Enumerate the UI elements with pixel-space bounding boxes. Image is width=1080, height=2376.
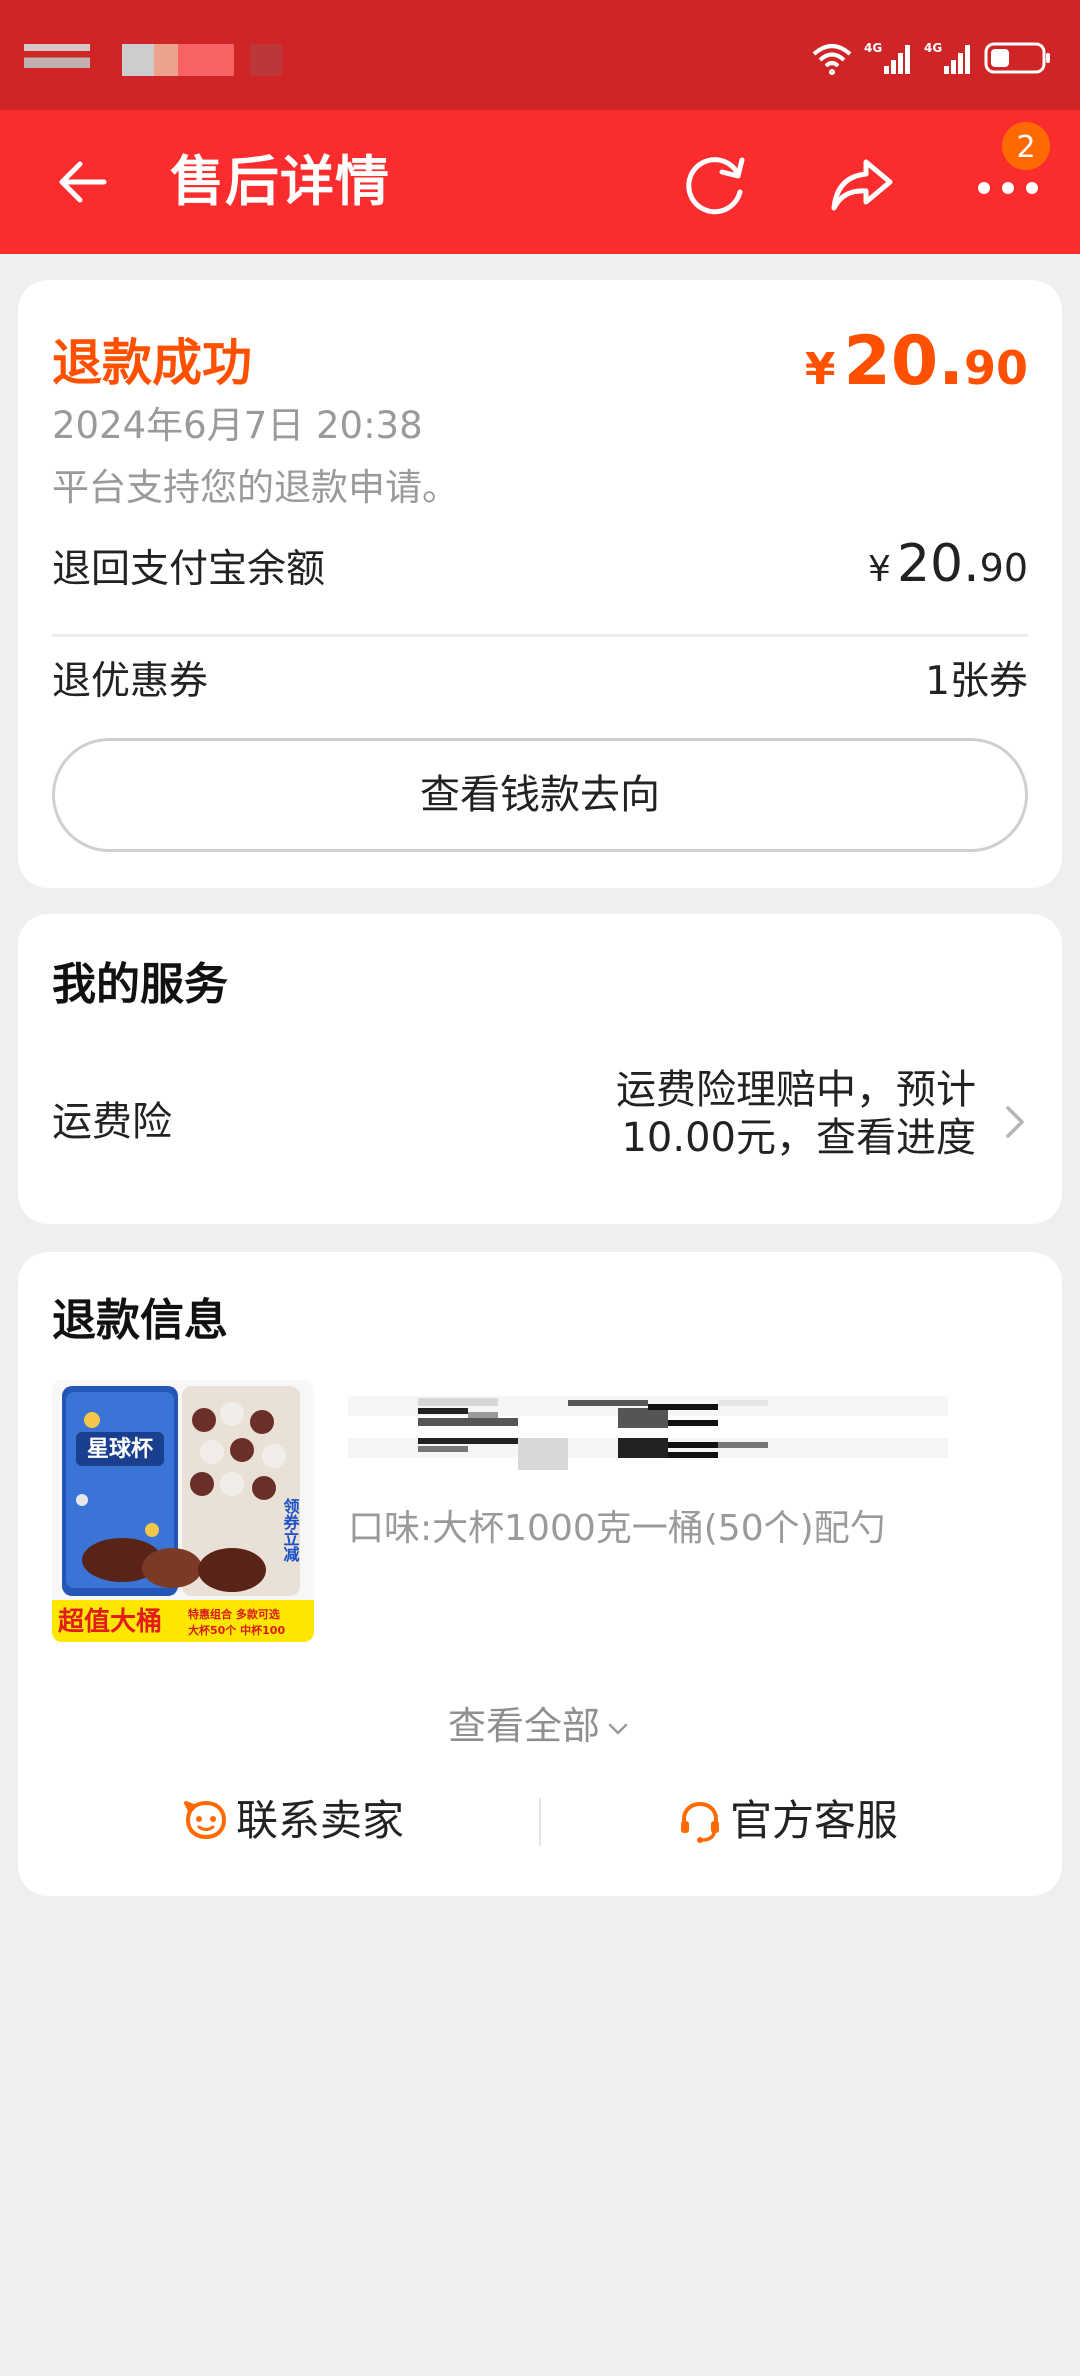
page-title: 售后详情 <box>170 150 390 213</box>
product-image-drawing: 星球杯 领券立减 超值大桶 特惠组合 多款可选 大杯50个 中杯100 <box>52 1380 314 1642</box>
alipay-amount-decimal: 90 <box>979 546 1028 590</box>
coupon-refund-value: 1张券 <box>925 659 1028 704</box>
signal-4g-icon: 4G <box>864 41 910 74</box>
status-bar-blurred-notifications <box>122 44 282 76</box>
divider <box>52 634 1028 637</box>
view-all-button[interactable]: 查看全部 <box>18 1700 1062 1752</box>
refresh-icon[interactable] <box>680 148 752 220</box>
view-all-label: 查看全部 <box>447 1704 600 1748</box>
headset-icon <box>681 1801 719 1843</box>
refund-info-title: 退款信息 <box>52 1295 228 1346</box>
product-image[interactable]: 星球杯 领券立减 超值大桶 特惠组合 多款可选 大杯50个 中杯100 <box>52 1380 314 1642</box>
contact-seller-label: 联系卖家 <box>236 1796 405 1845</box>
product-value-tag: 超值大桶 <box>58 1606 162 1637</box>
notification-badge: 2 <box>1000 120 1052 172</box>
product-flavor-spec: 口味:大杯1000克一桶(50个)配勺 <box>348 1508 886 1549</box>
my-service-title: 我的服务 <box>52 959 228 1010</box>
product-coupon-tag: 领券立减 <box>281 1497 301 1563</box>
alipay-currency: ¥ <box>868 549 891 590</box>
refund-date: 2024年6月7日 20:38 <box>52 404 423 447</box>
refund-status-card: 退款成功 ¥20.90 2024年6月7日 20:38 平台支持您的退款申请。 … <box>18 280 1062 888</box>
product-name-redacted <box>348 1396 948 1470</box>
coupon-refund-label: 退优惠券 <box>52 659 209 704</box>
actions-divider <box>539 1798 541 1846</box>
status-bar-blurred-time <box>24 44 90 78</box>
my-service-card: 我的服务 运费险 运费险理赔中，预计10.00元，查看进度 <box>18 914 1062 1224</box>
refund-amount: ¥20.90 <box>805 324 1028 417</box>
contact-seller-button[interactable]: 联系卖家 <box>182 1786 404 1856</box>
refund-info-card: 退款信息 星球杯 领券立减 超值大桶 特惠组合 多款可选 大杯50个 中杯100… <box>18 1252 1062 1896</box>
alipay-balance-amount: ¥20.90 <box>868 538 1028 596</box>
alipay-amount-integer: 20. <box>896 534 980 594</box>
chevron-down-icon <box>608 1723 628 1734</box>
svg-text:4G: 4G <box>864 41 882 55</box>
shipping-insurance-label: 运费险 <box>52 1099 172 1145</box>
refund-amount-currency: ¥ <box>804 344 836 395</box>
refund-note: 平台支持您的退款申请。 <box>52 466 459 509</box>
signal-4g-icon-2: 4G <box>924 41 970 74</box>
product-brand-text: 星球杯 <box>87 1437 153 1462</box>
product-promo-line2: 大杯50个 中杯100 <box>188 1623 285 1637</box>
alipay-balance-label: 退回支付宝余额 <box>52 547 326 592</box>
official-service-button[interactable]: 官方客服 <box>676 1786 898 1856</box>
status-bar-icons: 4G 4G <box>810 38 1052 78</box>
product-promo-line1: 特惠组合 多款可选 <box>188 1607 280 1621</box>
seller-chat-icon <box>184 1800 227 1840</box>
refund-amount-integer: 20. <box>843 322 964 401</box>
battery-icon <box>984 42 1050 74</box>
chevron-right-icon[interactable] <box>998 1100 1032 1144</box>
refund-amount-decimal: 90 <box>963 341 1028 395</box>
back-arrow-icon[interactable] <box>52 152 112 212</box>
page-header: 售后详情 2 <box>0 110 1080 254</box>
status-bar: 4G 4G <box>0 0 1080 110</box>
share-icon[interactable] <box>826 148 898 220</box>
official-service-label: 官方客服 <box>730 1796 899 1845</box>
refund-status-title: 退款成功 <box>52 334 252 392</box>
shipping-insurance-status[interactable]: 运费险理赔中，预计10.00元，查看进度 <box>536 1066 976 1162</box>
svg-text:4G: 4G <box>924 41 942 55</box>
view-money-flow-button[interactable]: 查看钱款去向 <box>52 738 1028 852</box>
wifi-icon <box>812 44 852 75</box>
contact-actions: 联系卖家 官方客服 <box>18 1786 1062 1856</box>
